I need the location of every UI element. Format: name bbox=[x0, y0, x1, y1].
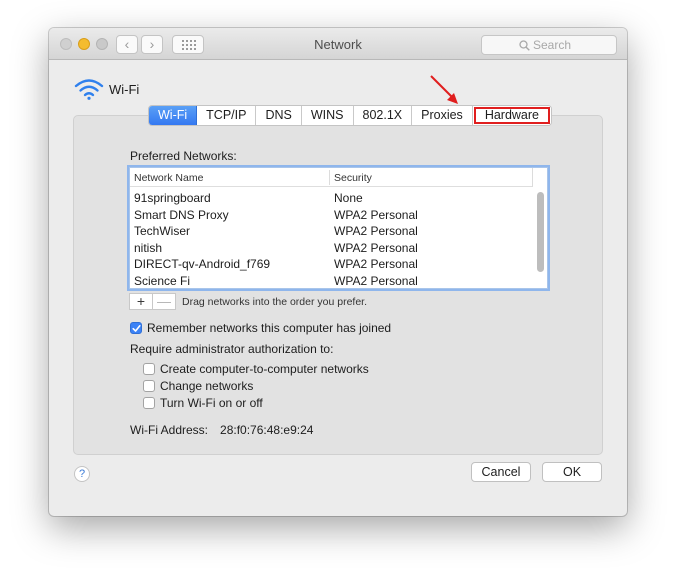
tab-wifi[interactable]: Wi-Fi bbox=[149, 106, 198, 125]
help-button[interactable]: ? bbox=[74, 466, 90, 482]
tab-wins[interactable]: WINS bbox=[301, 106, 354, 125]
table-row[interactable]: 91springboard None bbox=[130, 190, 532, 207]
toggle-wifi-label: Turn Wi-Fi on or off bbox=[160, 396, 263, 410]
checkmark-icon bbox=[132, 325, 141, 332]
change-networks-label: Change networks bbox=[160, 379, 254, 393]
column-divider bbox=[532, 168, 533, 187]
interface-label: Wi-Fi bbox=[109, 82, 140, 97]
network-preferences-window: ‹ › Network Search Wi-Fi Wi-Fi TCP/IP DN… bbox=[49, 28, 627, 516]
scrollbar-thumb[interactable] bbox=[537, 192, 544, 272]
preferred-networks-table[interactable]: Network Name Security 91springboard None… bbox=[129, 167, 548, 289]
wifi-address-value: 28:f0:76:48:e9:24 bbox=[220, 423, 314, 437]
table-row[interactable]: DIRECT-qv-Android_f769 WPA2 Personal bbox=[130, 256, 532, 273]
table-row[interactable]: TechWiser WPA2 Personal bbox=[130, 223, 532, 240]
title-bar: ‹ › Network bbox=[49, 28, 627, 60]
toggle-wifi-checkbox[interactable] bbox=[143, 397, 155, 409]
table-row[interactable]: Science Fi WPA2 Personal bbox=[130, 273, 532, 290]
search-icon bbox=[519, 40, 530, 51]
change-networks-checkbox[interactable] bbox=[143, 380, 155, 392]
security-cell: WPA2 Personal bbox=[334, 257, 418, 271]
create-networks-option[interactable]: Create computer-to-computer networks bbox=[143, 362, 369, 376]
network-name-cell: nitish bbox=[134, 240, 163, 255]
tab-bar: Wi-Fi TCP/IP DNS WINS 802.1X Proxies Har… bbox=[148, 105, 552, 126]
table-row[interactable]: Smart DNS Proxy WPA2 Personal bbox=[130, 207, 532, 224]
table-row[interactable]: nitish WPA2 Personal bbox=[130, 240, 532, 257]
wifi-address-label: Wi-Fi Address: bbox=[130, 423, 209, 437]
add-remove-control: + — bbox=[129, 293, 176, 310]
tab-8021x[interactable]: 802.1X bbox=[353, 106, 413, 125]
annotation-arrow-icon bbox=[430, 75, 458, 104]
column-header-security[interactable]: Security bbox=[334, 172, 372, 184]
security-cell: WPA2 Personal bbox=[334, 240, 418, 255]
security-cell: None bbox=[334, 191, 363, 205]
security-cell: WPA2 Personal bbox=[334, 224, 418, 238]
search-field[interactable] bbox=[481, 35, 617, 55]
create-networks-checkbox[interactable] bbox=[143, 363, 155, 375]
drag-hint-text: Drag networks into the order you prefer. bbox=[182, 296, 368, 308]
table-scrollbar[interactable] bbox=[534, 188, 547, 288]
ok-button[interactable]: OK bbox=[542, 462, 602, 482]
preferred-networks-label: Preferred Networks: bbox=[130, 149, 237, 163]
table-rows: 91springboard None Smart DNS Proxy WPA2 … bbox=[130, 190, 532, 289]
cancel-button[interactable]: Cancel bbox=[471, 462, 531, 482]
admin-auth-label: Require administrator authorization to: bbox=[130, 342, 334, 356]
remove-network-button[interactable]: — bbox=[153, 294, 175, 309]
create-networks-label: Create computer-to-computer networks bbox=[160, 362, 369, 376]
table-header: Network Name Security bbox=[130, 168, 533, 187]
search-input[interactable] bbox=[533, 38, 613, 52]
remember-networks-checkbox[interactable] bbox=[130, 322, 142, 334]
tab-dns[interactable]: DNS bbox=[256, 106, 302, 125]
network-name-cell: TechWiser bbox=[134, 224, 191, 238]
network-name-cell: 91springboard bbox=[134, 191, 211, 205]
network-name-cell: DIRECT-qv-Android_f769 bbox=[134, 257, 271, 271]
wifi-address: Wi-Fi Address: 28:f0:76:48:e9:24 bbox=[130, 423, 313, 437]
tab-tcpip[interactable]: TCP/IP bbox=[197, 106, 257, 125]
tab-proxies[interactable]: Proxies bbox=[412, 106, 473, 125]
change-networks-option[interactable]: Change networks bbox=[143, 379, 253, 393]
security-cell: WPA2 Personal bbox=[334, 207, 418, 222]
tab-hardware[interactable]: Hardware bbox=[472, 106, 551, 125]
column-divider bbox=[329, 170, 330, 185]
column-header-network-name[interactable]: Network Name bbox=[134, 172, 203, 184]
wifi-icon bbox=[74, 79, 104, 100]
network-name-cell: Smart DNS Proxy bbox=[134, 207, 229, 222]
add-network-button[interactable]: + bbox=[130, 294, 153, 309]
security-cell: WPA2 Personal bbox=[334, 273, 418, 288]
network-name-cell: Science Fi bbox=[134, 273, 191, 288]
remember-networks-label: Remember networks this computer has join… bbox=[147, 321, 392, 335]
toggle-wifi-option[interactable]: Turn Wi-Fi on or off bbox=[143, 396, 263, 410]
remember-networks-option[interactable]: Remember networks this computer has join… bbox=[130, 321, 391, 335]
